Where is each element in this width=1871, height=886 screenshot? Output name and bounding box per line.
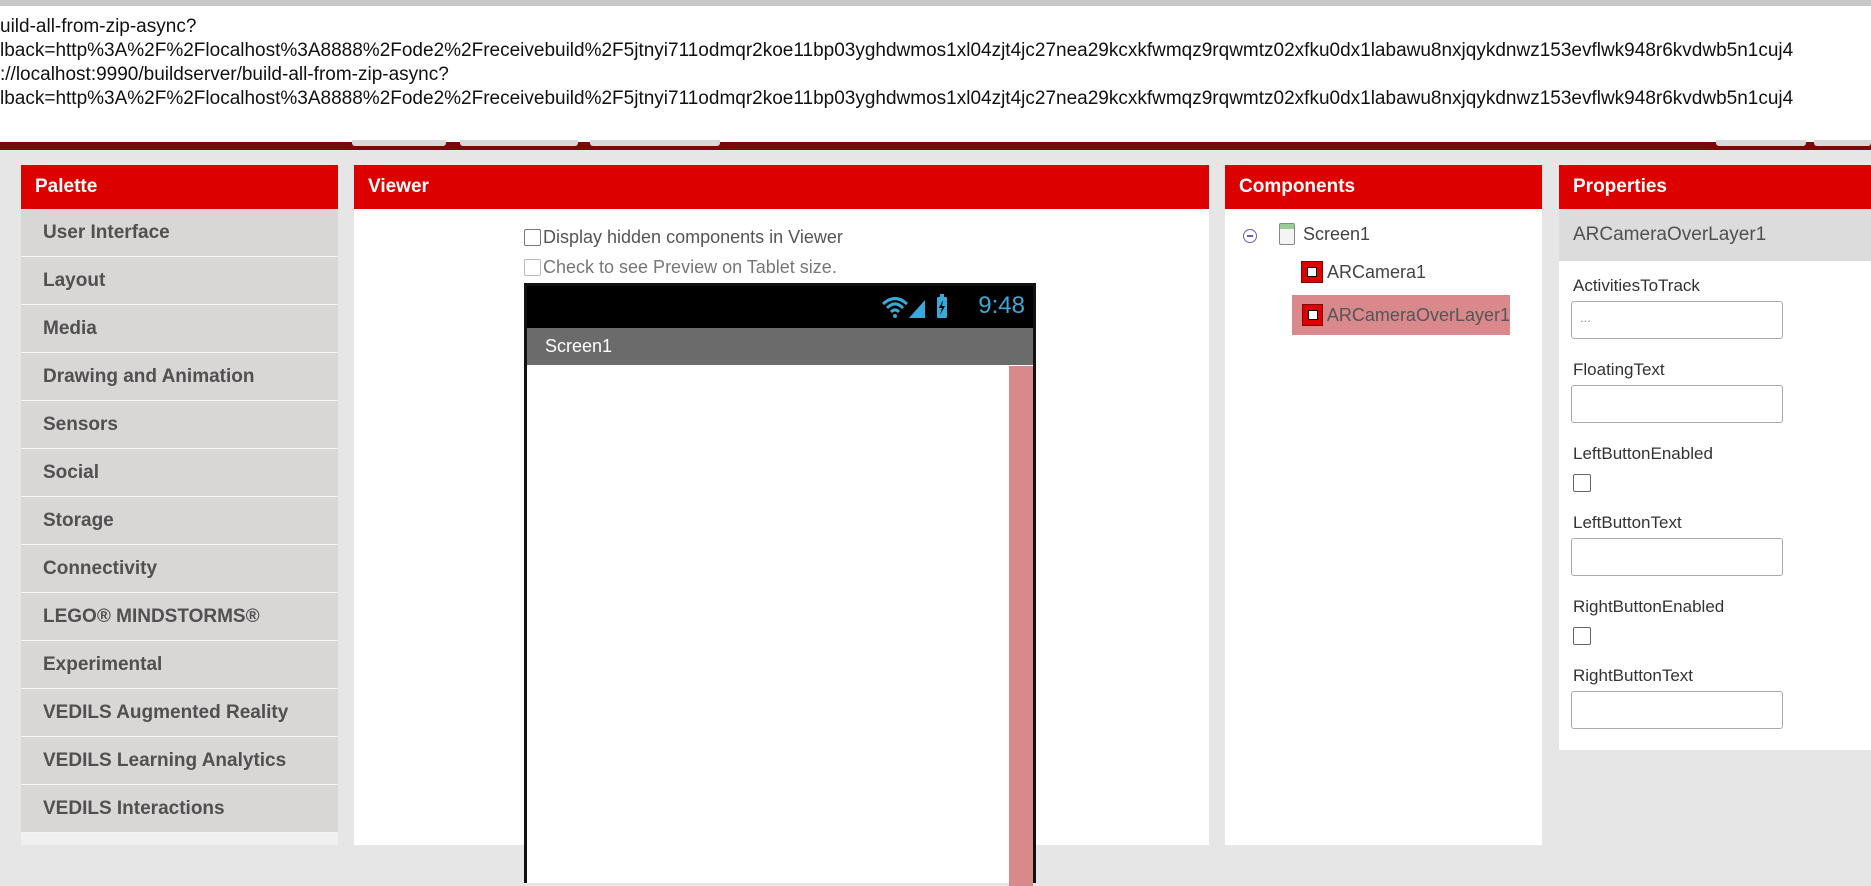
left-button-enabled-checkbox[interactable]: [1573, 474, 1591, 492]
properties-header: Properties: [1559, 165, 1871, 209]
floating-text-label: FloatingText: [1573, 360, 1665, 379]
activities-to-track-input[interactable]: ...: [1571, 301, 1783, 339]
left-button-text-input[interactable]: [1571, 538, 1783, 576]
palette-item-vedils-ar[interactable]: VEDILS Augmented Reality: [21, 689, 338, 737]
ar-camera-icon: [1301, 261, 1323, 283]
tablet-preview-option: Check to see Preview on Tablet size.: [524, 257, 837, 278]
properties-panel: Properties ARCameraOverLayer1 Activities…: [1559, 165, 1871, 750]
left-button-text-label: LeftButtonText: [1573, 513, 1682, 532]
palette-item-layout[interactable]: Layout: [21, 257, 338, 305]
ar-overlay-icon: [1302, 304, 1323, 326]
palette-item-sensors[interactable]: Sensors: [21, 401, 338, 449]
components-header: Components: [1225, 165, 1542, 209]
hidden-components-checkbox[interactable]: [524, 229, 541, 246]
phone-status-bar: 9:48: [527, 286, 1033, 328]
viewer-panel: Viewer Display hidden components in View…: [354, 165, 1209, 886]
wifi-signal-battery-icon: [881, 294, 947, 318]
right-button-enabled-checkbox[interactable]: [1573, 627, 1591, 645]
viewer-header: Viewer: [354, 165, 1209, 209]
activities-to-track-label: ActivitiesToTrack: [1573, 276, 1700, 295]
url-line-3: ://localhost:9990/buildserver/build-all-…: [0, 64, 449, 85]
palette-item-drawing-animation[interactable]: Drawing and Animation: [21, 353, 338, 401]
ar-overlay-component[interactable]: [1009, 366, 1033, 886]
url-banner: uild-all-from-zip-async? lback=http%3A%2…: [0, 0, 1871, 142]
components-panel: Components Screen1 ARCamera1 ARCameraOve…: [1225, 165, 1542, 845]
tree-item-label: Screen1: [1303, 223, 1371, 244]
palette-panel: Palette User Interface Layout Media Draw…: [21, 165, 338, 845]
tree-item-label: ARCamera1: [1327, 261, 1427, 282]
phone-preview: 9:48 Screen1: [524, 283, 1036, 886]
url-line-1: uild-all-from-zip-async?: [0, 16, 197, 37]
right-button-enabled-label: RightButtonEnabled: [1573, 597, 1725, 616]
collapse-icon[interactable]: [1243, 229, 1257, 243]
hidden-components-option: Display hidden components in Viewer: [524, 227, 843, 248]
palette-item-connectivity[interactable]: Connectivity: [21, 545, 338, 593]
left-button-enabled-label: LeftButtonEnabled: [1573, 444, 1713, 463]
palette-item-storage[interactable]: Storage: [21, 497, 338, 545]
palette-item-vedils-interactions[interactable]: VEDILS Interactions: [21, 785, 338, 833]
toolbar-strip: [0, 142, 1871, 150]
tablet-preview-label: Check to see Preview on Tablet size.: [543, 257, 837, 277]
selected-component-name: ARCameraOverLayer1: [1559, 209, 1871, 261]
right-button-text-input[interactable]: [1571, 691, 1783, 729]
toolbar-button-stub[interactable]: [352, 140, 446, 146]
toolbar-button-stub[interactable]: [1814, 140, 1871, 146]
hidden-components-label: Display hidden components in Viewer: [543, 227, 843, 247]
status-icons: [881, 294, 953, 324]
toolbar-button-stub[interactable]: [460, 140, 578, 146]
tree-item-arcameraoverlayer1[interactable]: ARCameraOverLayer1: [1292, 295, 1510, 335]
status-time: 9:48: [978, 292, 1025, 319]
palette-item-user-interface[interactable]: User Interface: [21, 209, 338, 257]
tree-item-label: ARCameraOverLayer1: [1326, 304, 1510, 325]
url-line-2: lback=http%3A%2F%2Flocalhost%3A8888%2Fod…: [0, 40, 1794, 61]
palette-header: Palette: [21, 165, 338, 209]
toolbar-button-stub[interactable]: [590, 140, 720, 146]
palette-item-experimental[interactable]: Experimental: [21, 641, 338, 689]
tree-item-screen1[interactable]: Screen1: [1279, 223, 1370, 245]
palette-item-media[interactable]: Media: [21, 305, 338, 353]
screen-title-bar: Screen1: [527, 328, 1033, 365]
right-button-text-label: RightButtonText: [1573, 666, 1694, 685]
palette-item-social[interactable]: Social: [21, 449, 338, 497]
screen-icon: [1279, 223, 1295, 245]
url-line-4: lback=http%3A%2F%2Flocalhost%3A8888%2Fod…: [0, 88, 1794, 109]
palette-item-lego-mindstorms[interactable]: LEGO® MINDSTORMS®: [21, 593, 338, 641]
tablet-preview-checkbox[interactable]: [524, 259, 541, 276]
tree-item-arcamera1[interactable]: ARCamera1: [1301, 261, 1426, 283]
palette-item-vedils-learning-analytics[interactable]: VEDILS Learning Analytics: [21, 737, 338, 785]
toolbar-button-stub[interactable]: [1716, 140, 1806, 146]
floating-text-input[interactable]: [1571, 385, 1783, 423]
